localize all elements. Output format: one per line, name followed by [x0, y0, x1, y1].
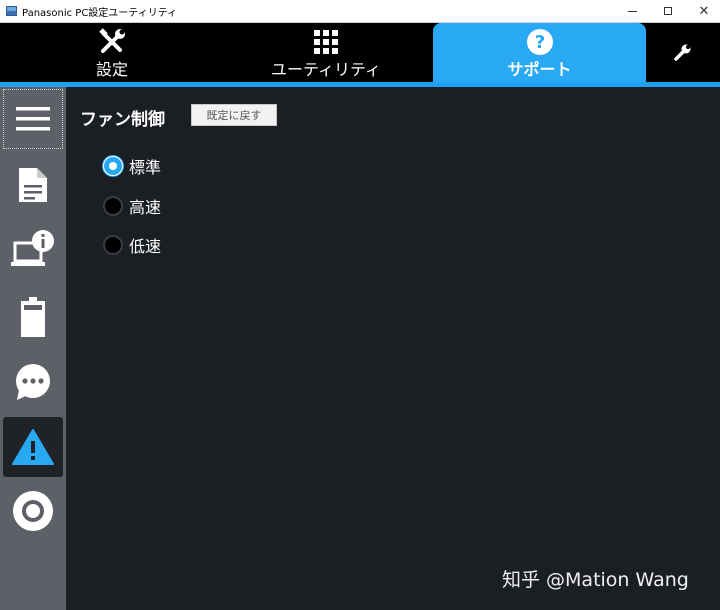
chat-bubble-icon	[16, 364, 50, 400]
hamburger-menu-icon	[16, 107, 50, 131]
sidebar-item-chat[interactable]	[3, 352, 63, 412]
grid-icon	[313, 27, 339, 59]
radio-option-high[interactable]: 高速	[103, 194, 161, 218]
watermark-text: 知乎 @Mation Wang	[502, 569, 689, 591]
sidebar-item-warning[interactable]	[3, 417, 63, 477]
sidebar	[0, 87, 66, 610]
radio-button[interactable]	[103, 235, 123, 255]
minimize-button[interactable]	[614, 0, 650, 22]
sidebar-item-target[interactable]	[3, 481, 63, 541]
sidebar-item-document[interactable]	[3, 155, 63, 215]
close-button[interactable]: ✕	[686, 0, 720, 22]
document-icon	[19, 168, 47, 202]
window-titlebar: Panasonic PC設定ユーティリティ ✕	[0, 0, 720, 23]
top-tab-bar: 設定 ユーティリティ ? サポート	[0, 23, 720, 87]
tab-settings-label: 設定	[95, 60, 128, 79]
radio-button[interactable]	[103, 196, 123, 216]
radio-option-standard[interactable]: 標準	[103, 154, 161, 178]
warning-icon	[12, 429, 54, 465]
fan-control-title: ファン制御	[80, 110, 165, 130]
battery-icon	[21, 297, 45, 337]
maximize-icon	[664, 7, 672, 15]
close-icon: ✕	[698, 3, 710, 19]
radio-label: 高速	[129, 198, 162, 217]
tab-support-label: サポート	[507, 60, 572, 79]
maximize-button[interactable]	[650, 0, 686, 22]
sidebar-item-menu[interactable]	[3, 89, 63, 149]
radio-button-checked[interactable]	[103, 156, 123, 176]
sidebar-item-pc-info[interactable]	[3, 220, 63, 280]
radio-label: 低速	[129, 237, 162, 256]
tab-utility[interactable]: ユーティリティ	[226, 23, 426, 82]
radio-option-low[interactable]: 低速	[103, 233, 161, 257]
minimize-icon	[627, 10, 637, 12]
radio-label: 標準	[129, 158, 162, 177]
svg-text:?: ?	[534, 32, 544, 53]
reset-default-button[interactable]: 既定に戻す	[191, 104, 277, 126]
window-title: Panasonic PC設定ユーティリティ	[22, 7, 178, 19]
laptop-info-icon	[11, 230, 54, 266]
target-icon	[13, 491, 53, 531]
wrench-icon	[674, 44, 691, 61]
wrench-button[interactable]	[672, 43, 692, 67]
main-panel: ファン制御 既定に戻す 標準 高速 低速	[66, 87, 720, 610]
app-icon	[6, 6, 17, 16]
tools-icon	[97, 27, 127, 61]
sidebar-item-battery[interactable]	[3, 287, 63, 347]
help-circle-icon: ?	[525, 27, 555, 61]
tab-utility-label: ユーティリティ	[270, 60, 382, 79]
tab-settings[interactable]: 設定	[12, 23, 212, 82]
tab-support[interactable]: ? サポート	[433, 23, 646, 87]
